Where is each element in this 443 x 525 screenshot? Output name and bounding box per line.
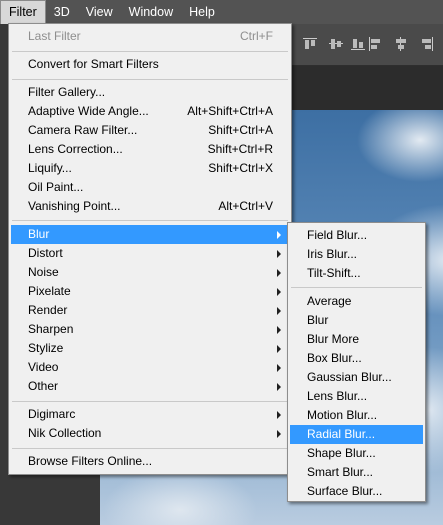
align-bottom-edges-icon[interactable] <box>350 36 366 52</box>
menu-item-other[interactable]: Other <box>11 377 289 396</box>
menu-item-stylize[interactable]: Stylize <box>11 339 289 358</box>
align-horizontal-centers-icon[interactable] <box>393 36 409 52</box>
submenu-arrow-icon <box>277 411 281 419</box>
menu-bar: Filter 3D View Window Help <box>0 0 443 24</box>
menu-item-convert-smart-filters[interactable]: Convert for Smart Filters <box>11 55 289 74</box>
menu-separator <box>12 51 288 52</box>
menu-item-vanishing-point[interactable]: Vanishing Point... Alt+Ctrl+V <box>11 197 289 216</box>
menu-separator <box>12 448 288 449</box>
submenu-item-lens-blur[interactable]: Lens Blur... <box>290 387 423 406</box>
submenu-item-box-blur[interactable]: Box Blur... <box>290 349 423 368</box>
submenu-arrow-icon <box>277 364 281 372</box>
submenu-item-radial-blur[interactable]: Radial Blur... <box>290 425 423 444</box>
menu-item-filter-gallery[interactable]: Filter Gallery... <box>11 83 289 102</box>
submenu-arrow-icon <box>277 269 281 277</box>
submenu-item-surface-blur[interactable]: Surface Blur... <box>290 482 423 501</box>
menu-help[interactable]: Help <box>181 0 223 24</box>
submenu-item-gaussian-blur[interactable]: Gaussian Blur... <box>290 368 423 387</box>
submenu-item-field-blur[interactable]: Field Blur... <box>290 226 423 245</box>
menu-item-lens-correction[interactable]: Lens Correction... Shift+Ctrl+R <box>11 140 289 159</box>
submenu-item-shape-blur[interactable]: Shape Blur... <box>290 444 423 463</box>
menu-separator <box>12 79 288 80</box>
menu-item-oil-paint[interactable]: Oil Paint... <box>11 178 289 197</box>
submenu-arrow-icon <box>277 430 281 438</box>
options-bar <box>292 24 443 66</box>
menu-item-liquify[interactable]: Liquify... Shift+Ctrl+X <box>11 159 289 178</box>
submenu-arrow-icon <box>277 231 281 239</box>
menu-item-distort[interactable]: Distort <box>11 244 289 263</box>
submenu-item-motion-blur[interactable]: Motion Blur... <box>290 406 423 425</box>
menu-item-blur[interactable]: Blur <box>11 225 289 244</box>
submenu-item-average[interactable]: Average <box>290 292 423 311</box>
menu-item-noise[interactable]: Noise <box>11 263 289 282</box>
align-right-edges-icon[interactable] <box>419 36 435 52</box>
menu-separator <box>12 401 288 402</box>
menu-item-camera-raw[interactable]: Camera Raw Filter... Shift+Ctrl+A <box>11 121 289 140</box>
menu-window[interactable]: Window <box>121 0 181 24</box>
align-left-edges-icon[interactable] <box>367 36 383 52</box>
align-vertical-centers-icon[interactable] <box>328 36 344 52</box>
menu-separator <box>12 220 288 221</box>
submenu-arrow-icon <box>277 345 281 353</box>
menu-separator <box>291 287 422 288</box>
menu-item-sharpen[interactable]: Sharpen <box>11 320 289 339</box>
menu-item-video[interactable]: Video <box>11 358 289 377</box>
submenu-item-blur[interactable]: Blur <box>290 311 423 330</box>
submenu-item-iris-blur[interactable]: Iris Blur... <box>290 245 423 264</box>
submenu-arrow-icon <box>277 250 281 258</box>
menu-item-last-filter: Last Filter Ctrl+F <box>28 29 273 43</box>
menu-item-nik-collection[interactable]: Nik Collection <box>11 424 289 443</box>
filter-menu: Last Filter Ctrl+F Convert for Smart Fil… <box>8 23 292 475</box>
menu-filter[interactable]: Filter <box>0 0 46 24</box>
menu-view[interactable]: View <box>78 0 121 24</box>
menu-3d[interactable]: 3D <box>46 0 78 24</box>
menu-item-render[interactable]: Render <box>11 301 289 320</box>
submenu-arrow-icon <box>277 326 281 334</box>
blur-submenu: Field Blur... Iris Blur... Tilt-Shift...… <box>287 222 426 502</box>
submenu-item-tilt-shift[interactable]: Tilt-Shift... <box>290 264 423 283</box>
submenu-item-blur-more[interactable]: Blur More <box>290 330 423 349</box>
menu-item-adaptive-wide-angle[interactable]: Adaptive Wide Angle... Alt+Shift+Ctrl+A <box>11 102 289 121</box>
submenu-arrow-icon <box>277 307 281 315</box>
submenu-item-smart-blur[interactable]: Smart Blur... <box>290 463 423 482</box>
menu-item-browse-filters-online[interactable]: Browse Filters Online... <box>11 452 289 471</box>
menu-item-pixelate[interactable]: Pixelate <box>11 282 289 301</box>
menu-item-digimarc[interactable]: Digimarc <box>11 405 289 424</box>
submenu-arrow-icon <box>277 288 281 296</box>
submenu-arrow-icon <box>277 383 281 391</box>
align-top-edges-icon[interactable] <box>302 36 318 52</box>
